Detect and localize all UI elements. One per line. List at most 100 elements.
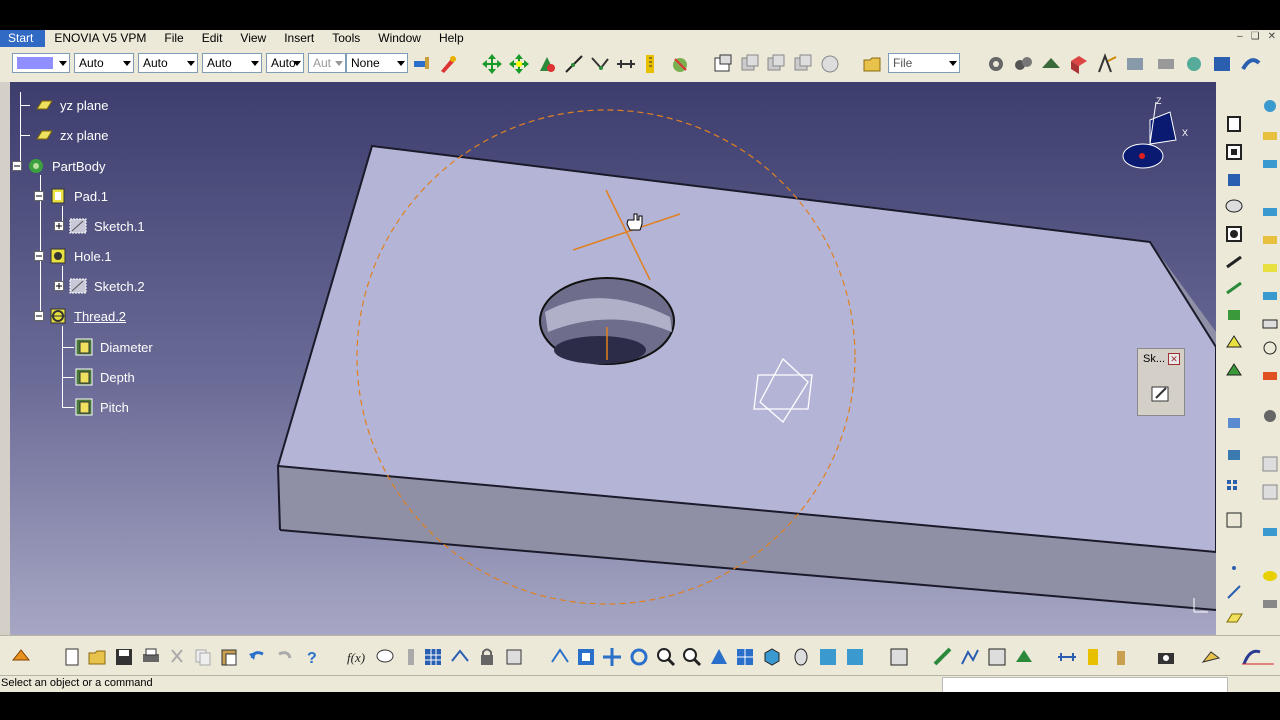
- remove-section-icon[interactable]: [1224, 360, 1244, 380]
- inertia-icon[interactable]: [669, 53, 691, 75]
- 3d-viewport[interactable]: Z X: [0, 82, 1216, 635]
- snap-icon[interactable]: [536, 53, 558, 75]
- new-file-icon[interactable]: [61, 646, 83, 668]
- measure-between-icon[interactable]: [1056, 646, 1078, 668]
- material-icon[interactable]: [1013, 646, 1035, 668]
- lock-icon[interactable]: [476, 646, 498, 668]
- start-menu[interactable]: Start: [0, 30, 46, 47]
- iso-view-icon[interactable]: [761, 646, 783, 668]
- menu-tools[interactable]: Tools: [323, 30, 369, 47]
- camera-icon[interactable]: [1155, 646, 1177, 668]
- menu-enovia[interactable]: ENOVIA V5 VPM: [45, 30, 155, 47]
- check-icon[interactable]: [1211, 53, 1233, 75]
- tree-item-zx-plane[interactable]: zx plane: [34, 125, 108, 145]
- measure-icon[interactable]: [641, 53, 663, 75]
- copy-icon[interactable]: [192, 646, 214, 668]
- menu-insert[interactable]: Insert: [275, 30, 323, 47]
- close-surface-icon[interactable]: [1260, 202, 1280, 222]
- pad-icon[interactable]: [1224, 114, 1244, 134]
- workbench-icon[interactable]: [10, 646, 32, 668]
- rotate-icon[interactable]: [628, 646, 650, 668]
- parameter-icon[interactable]: [503, 646, 525, 668]
- rule-icon[interactable]: [1124, 53, 1146, 75]
- sketch-icon[interactable]: [1150, 383, 1172, 405]
- comment-icon[interactable]: [374, 646, 396, 668]
- normal-view-icon[interactable]: [708, 646, 730, 668]
- slot-icon[interactable]: [1224, 278, 1244, 298]
- close-icon[interactable]: ✕: [1268, 31, 1276, 42]
- collapse-icon[interactable]: [34, 251, 44, 261]
- measure-icon[interactable]: [1224, 510, 1244, 530]
- fit-all-icon[interactable]: [575, 646, 597, 668]
- expand-icon[interactable]: [54, 281, 64, 291]
- tree-item-pitch[interactable]: Pitch: [74, 397, 129, 417]
- coin-icon[interactable]: [1260, 566, 1280, 586]
- update-icon[interactable]: [888, 646, 910, 668]
- gear-pair-icon[interactable]: [1012, 53, 1034, 75]
- save-icon[interactable]: [113, 646, 135, 668]
- plane-icon[interactable]: [1224, 608, 1244, 628]
- publish-icon[interactable]: [1240, 53, 1262, 75]
- transparency-select[interactable]: Aut: [308, 53, 346, 73]
- shading-icon[interactable]: [790, 646, 812, 668]
- print-icon[interactable]: [140, 646, 162, 668]
- menu-edit[interactable]: Edit: [193, 30, 232, 47]
- rotate-icon[interactable]: [1260, 286, 1280, 306]
- line-icon[interactable]: [1224, 582, 1244, 602]
- catalog-browser-icon[interactable]: [986, 646, 1008, 668]
- render-style-select[interactable]: None: [346, 53, 408, 73]
- surface-icon[interactable]: [1260, 96, 1280, 116]
- design-table-icon[interactable]: [422, 646, 444, 668]
- measure-item-icon[interactable]: [1083, 646, 1105, 668]
- law-icon[interactable]: [449, 646, 471, 668]
- menu-view[interactable]: View: [231, 30, 275, 47]
- multi-view-icon[interactable]: [734, 646, 756, 668]
- tree-item-diameter[interactable]: Diameter: [74, 337, 153, 357]
- linetype-select[interactable]: Auto: [74, 53, 134, 73]
- collapse-icon[interactable]: [12, 161, 22, 171]
- zoom-in-icon[interactable]: [655, 646, 677, 668]
- copy-object-icon[interactable]: [739, 53, 761, 75]
- tree-item-hole[interactable]: Hole.1: [34, 246, 112, 266]
- tree-item-thread[interactable]: Thread.2: [34, 306, 126, 326]
- compass-icon[interactable]: Z X: [1122, 96, 1188, 169]
- settings-gear-icon[interactable]: [1260, 406, 1280, 426]
- layer-select[interactable]: Auto: [266, 53, 304, 73]
- tree-item-sketch-2[interactable]: Sketch.2: [54, 276, 145, 296]
- minimize-icon[interactable]: –: [1237, 31, 1243, 42]
- sew-surface-icon[interactable]: [1260, 230, 1280, 250]
- gear-icon[interactable]: [985, 53, 1007, 75]
- formula-icon[interactable]: f(x): [346, 646, 368, 668]
- tree-item-depth[interactable]: Depth: [74, 367, 135, 387]
- catalog-icon[interactable]: [712, 53, 734, 75]
- split-icon[interactable]: [1260, 126, 1280, 146]
- fillet-icon[interactable]: [1224, 412, 1244, 432]
- reaction-icon[interactable]: [1183, 53, 1205, 75]
- linestyle-select[interactable]: Auto: [202, 53, 262, 73]
- paste-icon[interactable]: [218, 646, 240, 668]
- grid-icon[interactable]: [1260, 454, 1280, 474]
- hide-show-icon[interactable]: [817, 646, 839, 668]
- tree-scrollbar[interactable]: [0, 82, 10, 635]
- open-folder-icon[interactable]: [862, 53, 884, 75]
- knowledge-advisor-icon[interactable]: [400, 646, 422, 668]
- analysis-icon[interactable]: [1096, 53, 1118, 75]
- redo-icon[interactable]: [274, 646, 296, 668]
- restore-icon[interactable]: ❏: [1251, 31, 1260, 42]
- zoom-out-icon[interactable]: [681, 646, 703, 668]
- collapse-icon[interactable]: [34, 311, 44, 321]
- bottle-icon[interactable]: [1110, 646, 1132, 668]
- box-icon[interactable]: [1068, 53, 1090, 75]
- menu-window[interactable]: Window: [369, 30, 430, 47]
- analysis-icon[interactable]: [959, 646, 981, 668]
- distance-icon[interactable]: [615, 53, 637, 75]
- tree-item-yz-plane[interactable]: yz plane: [34, 95, 108, 115]
- point-icon[interactable]: [1224, 558, 1244, 578]
- move-icon[interactable]: [508, 53, 530, 75]
- chamfer-icon[interactable]: [1224, 444, 1244, 464]
- stiffener-icon[interactable]: [1224, 304, 1244, 324]
- collapse-icon[interactable]: [34, 191, 44, 201]
- thick-surface-icon[interactable]: [1260, 154, 1280, 174]
- open-folder-icon[interactable]: [87, 646, 109, 668]
- powercopy-icon[interactable]: [819, 53, 841, 75]
